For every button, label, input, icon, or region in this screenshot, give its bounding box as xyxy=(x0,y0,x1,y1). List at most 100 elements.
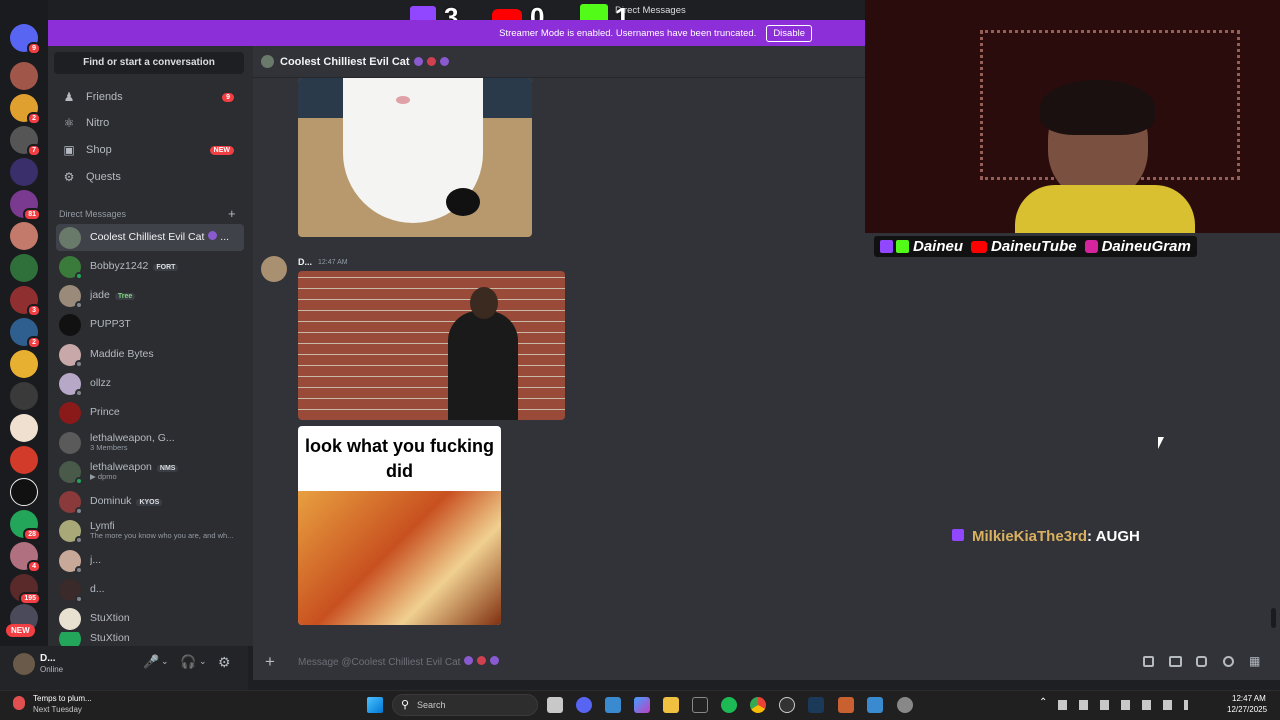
server-icon[interactable] xyxy=(10,254,38,282)
server-icon[interactable] xyxy=(10,350,38,378)
windows-start-icon[interactable] xyxy=(367,697,383,713)
avatar[interactable] xyxy=(13,653,35,675)
meme-image[interactable]: look what you fucking did xyxy=(298,426,501,625)
tray-chevron-up-icon[interactable]: ⌃ xyxy=(1039,697,1047,708)
search-label: Search xyxy=(417,700,446,710)
headphones-icon[interactable]: 🎧 xyxy=(180,654,196,670)
brick-wall-gif[interactable] xyxy=(298,271,565,420)
dm-name: StuXtion xyxy=(90,612,130,624)
avatar xyxy=(59,578,83,603)
server-icon[interactable] xyxy=(10,62,38,90)
dm-item[interactable]: j... xyxy=(56,547,244,574)
window-app-icon[interactable] xyxy=(867,697,883,713)
gif-icon[interactable] xyxy=(1169,656,1182,667)
dm-item[interactable]: PUPP3T xyxy=(56,311,244,338)
weather-text[interactable]: Temps to plum... xyxy=(33,694,92,703)
chat-title: Coolest Chilliest Evil Cat xyxy=(280,55,410,68)
server-icon[interactable]: 195 xyxy=(10,574,41,605)
obs-icon[interactable] xyxy=(779,697,795,713)
dm-name: Prince xyxy=(90,406,120,418)
tray-icons[interactable] xyxy=(1058,700,1188,710)
file-explorer-icon[interactable] xyxy=(663,697,679,713)
discord-taskbar-icon[interactable] xyxy=(576,697,592,713)
server-rail: 9 2 7 81 3 2 28 4 195 NEW xyxy=(0,0,48,690)
meme-caption: look what you fucking did xyxy=(304,436,494,481)
copilot-icon[interactable] xyxy=(634,697,650,713)
dm-item[interactable]: Bobbyz1242 FORT xyxy=(56,253,244,280)
emoji-icon[interactable] xyxy=(1223,656,1234,667)
chevron-down-icon[interactable]: ⌄ xyxy=(199,656,207,667)
dm-item[interactable]: Lymfi The more you know who you are, and … xyxy=(56,517,244,544)
shop-new-badge: NEW xyxy=(209,145,234,155)
dm-item[interactable]: Prince xyxy=(56,399,244,426)
dm-name: Coolest Chilliest Evil Cat ... xyxy=(90,231,230,244)
server-icon[interactable]: 28 xyxy=(10,510,41,541)
settings-gear-icon[interactable] xyxy=(897,697,913,713)
avatar xyxy=(59,519,83,544)
dm-item[interactable]: StuXtion xyxy=(56,605,244,632)
server-icon[interactable] xyxy=(10,222,38,250)
server-icon[interactable] xyxy=(10,382,38,410)
server-icon[interactable]: 2 xyxy=(10,318,41,349)
chevron-down-icon[interactable]: ⌄ xyxy=(161,656,169,667)
social-handles-banner: Daineu DaineuTube DaineuGram xyxy=(874,236,1197,257)
game-app-icon[interactable] xyxy=(838,697,854,713)
sticker-icon[interactable] xyxy=(1196,656,1207,667)
server-icon[interactable]: 2 xyxy=(10,94,41,125)
message-input[interactable]: Message @Coolest Chilliest Evil Cat xyxy=(298,656,500,668)
dm-item[interactable]: Dominuk KYOS xyxy=(56,488,244,515)
dm-item[interactable]: StuXtion xyxy=(56,632,244,646)
steam-icon[interactable] xyxy=(808,697,824,713)
add-attachment-icon[interactable]: + xyxy=(265,652,275,672)
gift-icon[interactable] xyxy=(1143,656,1154,667)
server-icon[interactable] xyxy=(10,414,38,442)
apps-icon[interactable]: ▦ xyxy=(1249,654,1260,668)
avatar xyxy=(59,343,83,368)
store-icon[interactable] xyxy=(605,697,621,713)
activity-icon: ▶ xyxy=(90,473,98,482)
clock-date[interactable]: 12/27/2025 xyxy=(1227,705,1267,714)
epic-games-icon[interactable] xyxy=(692,697,708,713)
discord-home-icon[interactable]: 9 xyxy=(10,24,41,55)
chrome-icon[interactable] xyxy=(750,697,766,713)
nav-friends[interactable]: ♟ Friends 9 xyxy=(56,85,244,109)
server-icon[interactable]: 3 xyxy=(10,286,41,317)
dm-item[interactable]: lethalweapon NMS ▶ dpmo xyxy=(56,458,244,485)
settings-gear-icon[interactable]: ⚙ xyxy=(218,654,231,671)
dm-subtitle: ▶ dpmo xyxy=(90,473,117,482)
server-icon[interactable] xyxy=(10,478,38,506)
server-icon[interactable] xyxy=(10,446,38,474)
server-icon[interactable] xyxy=(10,158,38,186)
disable-streamer-mode-button[interactable]: Disable xyxy=(766,25,812,42)
dm-item[interactable]: Maddie Bytes xyxy=(56,341,244,368)
avatar xyxy=(59,313,81,336)
microphone-icon[interactable]: 🎤 xyxy=(143,654,159,670)
message-author[interactable]: D... xyxy=(298,257,312,267)
dm-name: Bobbyz1242 FORT xyxy=(90,261,179,273)
spotify-icon[interactable] xyxy=(721,697,737,713)
nav-shop[interactable]: ▣ Shop NEW xyxy=(56,138,244,162)
dm-item[interactable]: lethalweapon, G... 3 Members xyxy=(56,429,244,456)
dm-item[interactable]: d... xyxy=(56,576,244,603)
weather-icon[interactable] xyxy=(13,696,25,710)
clock-time[interactable]: 12:47 AM xyxy=(1232,694,1266,703)
nav-quests[interactable]: ⚙ Quests xyxy=(56,165,244,189)
avatar xyxy=(59,226,81,249)
dm-subtitle: 3 Members xyxy=(90,444,128,453)
task-view-icon[interactable] xyxy=(547,697,563,713)
dm-item[interactable]: jade Tree xyxy=(56,282,244,309)
find-conversation-button[interactable]: Find or start a conversation xyxy=(54,52,244,74)
dm-item[interactable]: ollzz xyxy=(56,370,244,397)
taskbar-search[interactable]: ⚲ Search xyxy=(392,694,538,716)
create-dm-plus-icon[interactable]: + xyxy=(228,206,236,221)
friends-count-badge: 9 xyxy=(222,92,234,102)
cat-image[interactable] xyxy=(298,78,532,237)
nav-nitro[interactable]: ⚛ Nitro xyxy=(56,111,244,135)
server-icon[interactable]: 7 xyxy=(10,126,41,157)
dm-item[interactable]: Coolest Chilliest Evil Cat ... xyxy=(56,224,244,251)
chat-scrollbar[interactable] xyxy=(1271,608,1276,628)
author-avatar[interactable] xyxy=(261,256,287,282)
server-icon[interactable]: 4 xyxy=(10,542,41,573)
dm-name: PUPP3T xyxy=(90,318,131,330)
server-icon[interactable]: 81 xyxy=(10,190,41,221)
